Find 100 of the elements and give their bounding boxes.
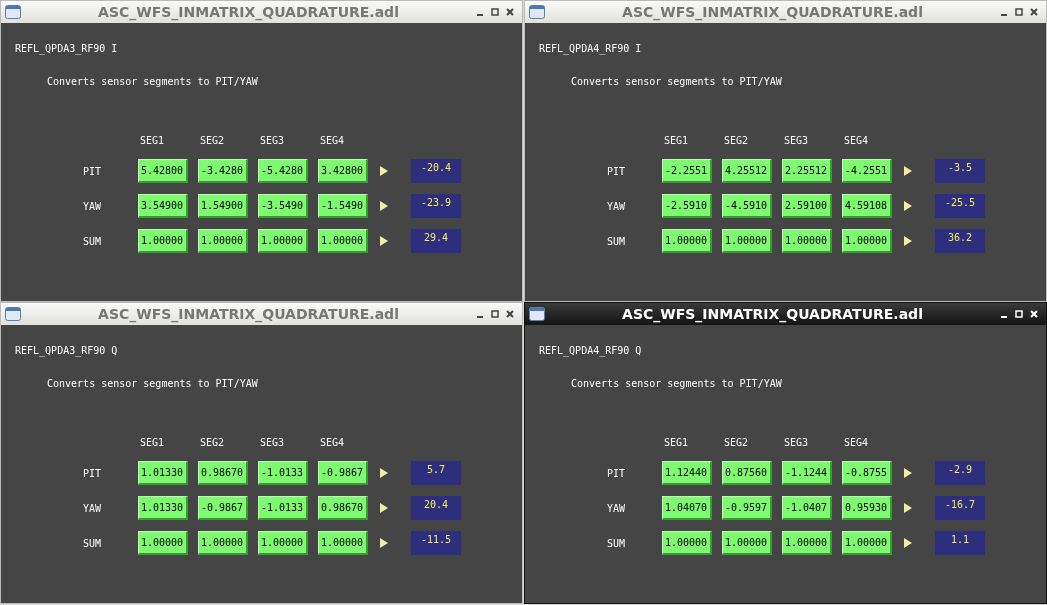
play-arrow-icon[interactable] xyxy=(380,538,388,548)
value-field[interactable]: 3.42800 xyxy=(318,159,368,183)
value-field[interactable]: 1.00000 xyxy=(318,229,368,253)
row-label: YAW xyxy=(83,501,102,516)
row-label: PIT xyxy=(607,164,626,179)
value-field[interactable]: 1.12440 xyxy=(662,461,712,485)
play-arrow-icon[interactable] xyxy=(380,166,388,176)
channel-label: REFL_QPDA3_RF90 Q xyxy=(15,344,118,358)
play-arrow-icon[interactable] xyxy=(904,538,912,548)
row-label: YAW xyxy=(607,501,626,516)
value-field[interactable]: 1.00000 xyxy=(722,229,772,253)
value-field[interactable]: -0.9867 xyxy=(198,496,248,520)
value-field[interactable]: -3.4280 xyxy=(198,159,248,183)
value-field[interactable]: 1.54900 xyxy=(198,194,248,218)
window-title: ASC_WFS_INMATRIX_QUADRATURE.adl xyxy=(622,2,923,23)
description-text: Converts sensor segments to PIT/YAW xyxy=(571,75,782,89)
value-field[interactable]: -4.5910 xyxy=(722,194,772,218)
maximize-icon[interactable] xyxy=(1015,8,1023,16)
output-readout: -23.9 xyxy=(411,194,461,218)
value-field[interactable]: 5.42800 xyxy=(138,159,188,183)
value-field[interactable]: -1.0133 xyxy=(258,496,308,520)
value-field[interactable]: 1.01330 xyxy=(138,461,188,485)
maximize-icon[interactable] xyxy=(491,310,499,318)
description-text: Converts sensor segments to PIT/YAW xyxy=(47,75,258,89)
play-arrow-icon[interactable] xyxy=(380,201,388,211)
value-field[interactable]: -0.8755 xyxy=(842,461,892,485)
value-field[interactable]: 1.00000 xyxy=(138,531,188,555)
value-field[interactable]: 0.98670 xyxy=(318,496,368,520)
play-arrow-icon[interactable] xyxy=(380,468,388,478)
value-field[interactable]: 1.00000 xyxy=(782,229,832,253)
value-field[interactable]: 1.00000 xyxy=(258,531,308,555)
value-field[interactable]: 0.95930 xyxy=(842,496,892,520)
column-header: SEG2 xyxy=(723,134,749,148)
window-icon xyxy=(529,5,545,19)
play-arrow-icon[interactable] xyxy=(904,503,912,513)
row-label: PIT xyxy=(83,164,102,179)
window-title: ASC_WFS_INMATRIX_QUADRATURE.adl xyxy=(98,2,399,23)
row-label: PIT xyxy=(83,466,102,481)
column-header: SEG4 xyxy=(843,134,869,148)
value-field[interactable]: 2.59100 xyxy=(782,194,832,218)
window-icon xyxy=(5,5,21,19)
row-label: SUM xyxy=(83,536,102,551)
value-field[interactable]: -4.2551 xyxy=(842,159,892,183)
value-field[interactable]: -0.9597 xyxy=(722,496,772,520)
value-field[interactable]: 0.98670 xyxy=(198,461,248,485)
output-readout: -11.5 xyxy=(411,531,461,555)
close-icon[interactable] xyxy=(506,310,514,318)
value-field[interactable]: -5.4280 xyxy=(258,159,308,183)
output-readout: 36.2 xyxy=(935,229,985,253)
value-field[interactable]: -0.9867 xyxy=(318,461,368,485)
value-field[interactable]: -3.5490 xyxy=(258,194,308,218)
value-field[interactable]: 1.00000 xyxy=(842,229,892,253)
value-field[interactable]: 1.00000 xyxy=(782,531,832,555)
value-field[interactable]: 1.04070 xyxy=(662,496,712,520)
column-header: SEG4 xyxy=(319,134,345,148)
play-arrow-icon[interactable] xyxy=(904,236,912,246)
column-header: SEG2 xyxy=(723,436,749,450)
play-arrow-icon[interactable] xyxy=(904,166,912,176)
channel-label: REFL_QPDA4_RF90 I xyxy=(539,42,642,56)
value-field[interactable]: -2.2551 xyxy=(662,159,712,183)
column-header: SEG3 xyxy=(783,436,809,450)
value-field[interactable]: -1.0407 xyxy=(782,496,832,520)
close-icon[interactable] xyxy=(506,8,514,16)
play-arrow-icon[interactable] xyxy=(380,236,388,246)
value-field[interactable]: 1.00000 xyxy=(662,229,712,253)
row-label: YAW xyxy=(607,199,626,214)
value-field[interactable]: 0.87560 xyxy=(722,461,772,485)
description-text: Converts sensor segments to PIT/YAW xyxy=(47,377,258,391)
close-icon[interactable] xyxy=(1030,8,1038,16)
output-readout: -25.5 xyxy=(935,194,985,218)
value-field[interactable]: 1.00000 xyxy=(198,229,248,253)
window-title: ASC_WFS_INMATRIX_QUADRATURE.adl xyxy=(98,304,399,325)
value-field[interactable]: 3.54900 xyxy=(138,194,188,218)
value-field[interactable]: 4.59108 xyxy=(842,194,892,218)
value-field[interactable]: -1.5490 xyxy=(318,194,368,218)
value-field[interactable]: 1.00000 xyxy=(842,531,892,555)
value-field[interactable]: 4.25512 xyxy=(722,159,772,183)
play-arrow-icon[interactable] xyxy=(380,503,388,513)
column-header: SEG1 xyxy=(663,436,689,450)
value-field[interactable]: 2.25512 xyxy=(782,159,832,183)
column-header: SEG3 xyxy=(783,134,809,148)
play-arrow-icon[interactable] xyxy=(904,201,912,211)
maximize-icon[interactable] xyxy=(491,8,499,16)
window-icon xyxy=(5,307,21,321)
value-field[interactable]: 1.00000 xyxy=(662,531,712,555)
output-readout: -20.4 xyxy=(411,159,461,183)
value-field[interactable]: 1.00000 xyxy=(138,229,188,253)
value-field[interactable]: 1.00000 xyxy=(722,531,772,555)
value-field[interactable]: -1.1244 xyxy=(782,461,832,485)
row-label: YAW xyxy=(83,199,102,214)
value-field[interactable]: 1.00000 xyxy=(318,531,368,555)
value-field[interactable]: 1.00000 xyxy=(198,531,248,555)
column-header: SEG1 xyxy=(139,134,165,148)
value-field[interactable]: 1.01330 xyxy=(138,496,188,520)
play-arrow-icon[interactable] xyxy=(904,468,912,478)
column-header: SEG4 xyxy=(843,436,869,450)
value-field[interactable]: 1.00000 xyxy=(258,229,308,253)
value-field[interactable]: -2.5910 xyxy=(662,194,712,218)
value-field[interactable]: -1.0133 xyxy=(258,461,308,485)
output-readout: 20.4 xyxy=(411,496,461,520)
